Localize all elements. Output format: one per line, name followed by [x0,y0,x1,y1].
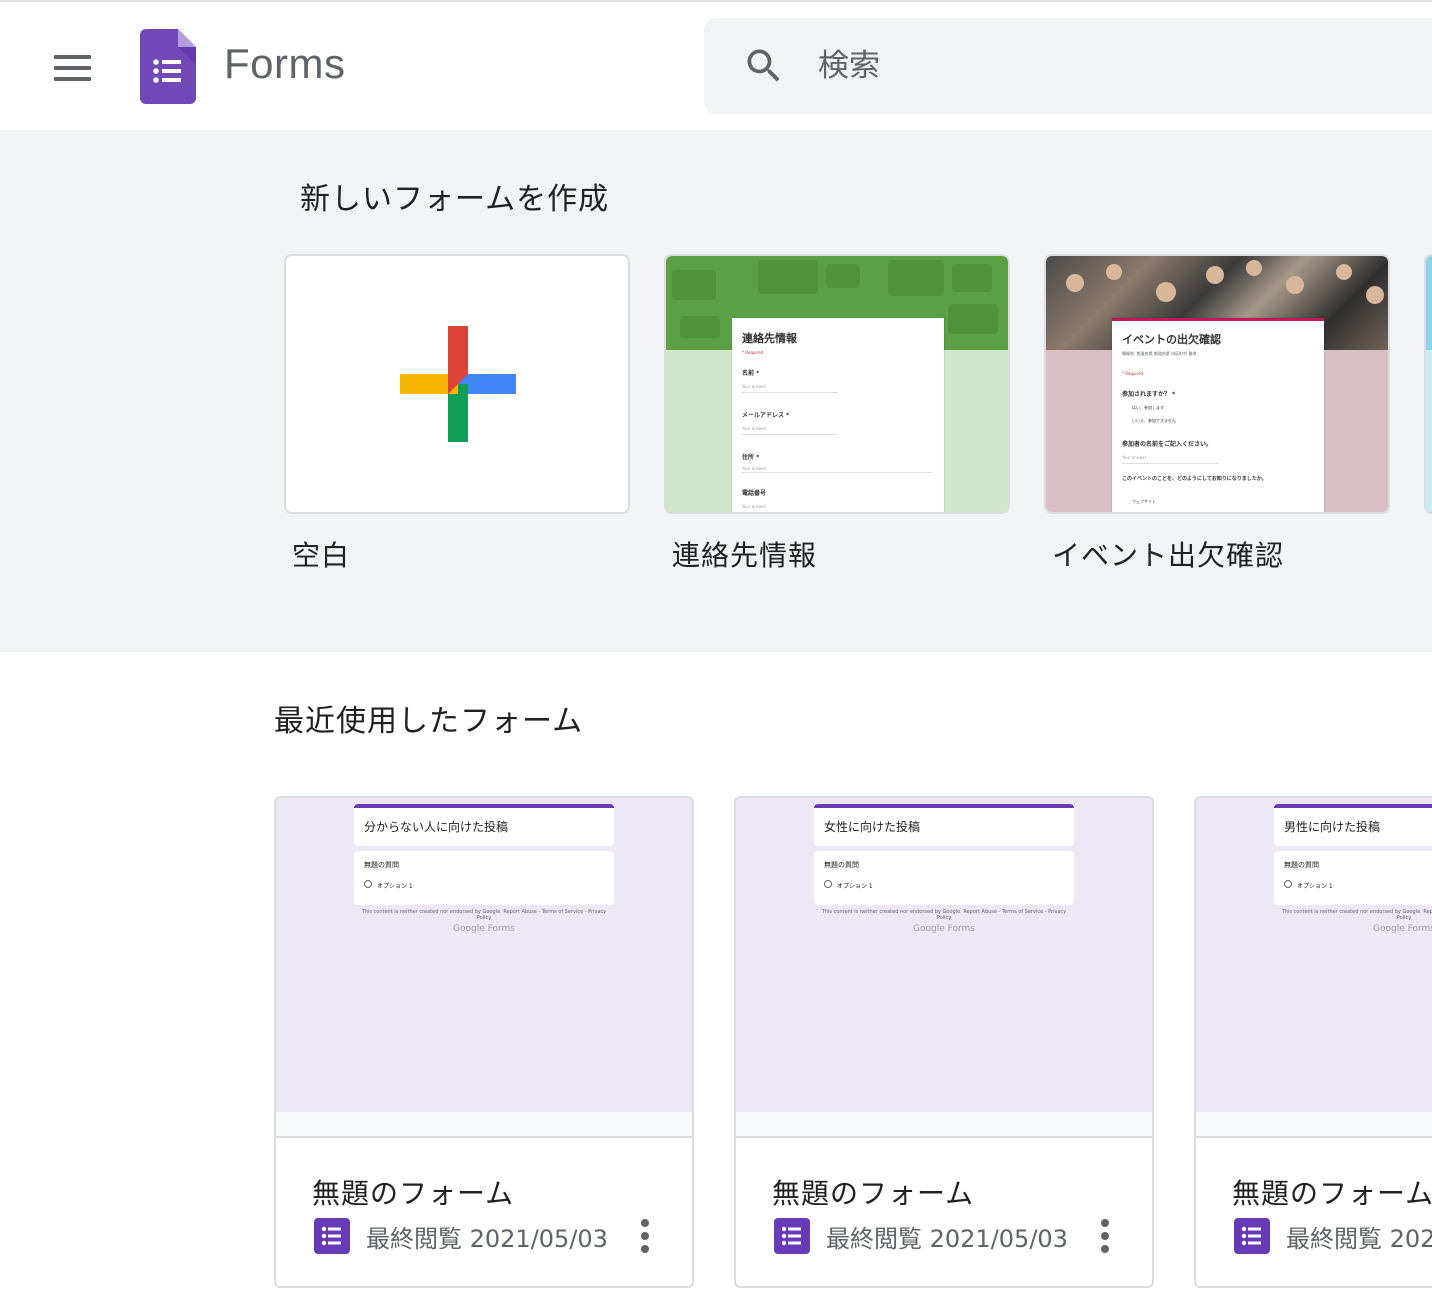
template-preview-form: 連絡先情報 * Required 名前 * Your answer メールアドレ… [732,318,944,512]
template-card-next[interactable] [1424,254,1432,514]
more-options-button[interactable] [632,1214,658,1258]
recent-form-card[interactable]: 男性に向けた投稿 無題の質問 オプション 1 This content is n… [1194,796,1432,1288]
google-plus-icon [400,326,516,442]
recent-form-card-clip: 男性に向けた投稿 無題の質問 オプション 1 This content is n… [1194,796,1432,1288]
app-title[interactable]: Forms [224,40,346,88]
more-vertical-icon [641,1219,649,1227]
menu-icon [53,55,91,59]
forms-file-icon [774,1218,810,1254]
template-card-contact-info[interactable]: 連絡先情報 * Required 名前 * Your answer メールアドレ… [664,254,1010,514]
main-menu-button[interactable] [40,36,104,100]
more-vertical-icon [1101,1219,1109,1227]
template-label-blank[interactable]: 空白 [292,534,350,574]
form-thumbnail: 分からない人に向けた投稿 無題の質問 オプション 1 This content … [276,798,692,1112]
last-opened-date: 最終閲覧 2021/05/03 [366,1225,608,1253]
app-header: Forms [0,2,1432,130]
template-preview-form: イベントの出欠確認 開催地: 都道府県 都道府県 市区町村 番地 * Requi… [1112,318,1324,512]
form-name: 無題のフォーム [1232,1177,1432,1210]
more-options-button[interactable] [1092,1214,1118,1258]
last-opened-date: 最終閲覧 2021/05/03 [826,1225,1068,1253]
recent-form-card[interactable]: 女性に向けた投稿 無題の質問 オプション 1 This content is n… [734,796,1154,1288]
menu-icon-line [53,66,91,70]
search-bar[interactable] [704,18,1432,114]
form-thumbnail: 女性に向けた投稿 無題の質問 オプション 1 This content is n… [736,798,1152,1112]
recent-forms-heading: 最近使用したフォーム [274,704,584,739]
template-gallery: 新しいフォームを作成 空白 連絡先情報 * Required 名前 * Your… [0,130,1432,652]
search-input[interactable] [818,42,1378,90]
template-card-blank[interactable] [284,254,630,514]
template-label-event-rsvp[interactable]: イベント出欠確認 [1052,534,1284,574]
form-name: 無題のフォーム [772,1177,975,1210]
form-thumbnail: 男性に向けた投稿 無題の質問 オプション 1 This content is n… [1196,798,1432,1112]
forms-file-icon [1234,1218,1270,1254]
menu-icon-line [53,77,91,81]
forms-file-icon [314,1218,350,1254]
last-opened-date: 最終閲覧 202 [1286,1225,1432,1253]
form-name: 無題のフォーム [312,1177,515,1210]
google-forms-logo[interactable] [140,29,196,104]
template-card-event-rsvp[interactable]: イベントの出欠確認 開催地: 都道府県 都道府県 市区町村 番地 * Requi… [1044,254,1390,514]
template-gallery-heading: 新しいフォームを作成 [300,182,610,217]
recent-form-card[interactable]: 分からない人に向けた投稿 無題の質問 オプション 1 This content … [274,796,694,1288]
template-label-contact-info[interactable]: 連絡先情報 [672,534,817,574]
search-icon[interactable] [742,44,786,88]
